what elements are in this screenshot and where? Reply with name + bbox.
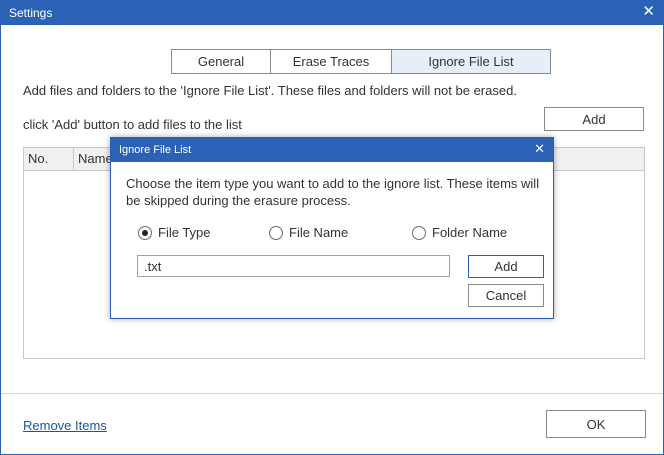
close-icon[interactable]: ✕ [642,3,655,21]
radio-selected-icon[interactable] [138,225,152,240]
radio-unselected-icon[interactable] [412,225,426,240]
radio-folder-name[interactable]: Folder Name [412,225,507,240]
footer-divider [1,393,663,394]
radio-file-type[interactable]: File Type [138,225,211,240]
radio-file-name-label: File Name [289,225,349,240]
ignore-file-list-dialog: Ignore File List ✕ Choose the item type … [110,137,554,319]
tab-erase-traces[interactable]: Erase Traces [270,49,392,74]
tab-ignore-file-list[interactable]: Ignore File List [391,49,551,74]
dialog-titlebar[interactable]: Ignore File List ✕ [111,138,553,162]
dialog-close-icon[interactable]: ✕ [534,141,545,157]
window-titlebar[interactable]: Settings ✕ [1,1,663,25]
add-button[interactable]: Add [544,107,644,131]
window-title: Settings [9,6,53,20]
dialog-cancel-button[interactable]: Cancel [468,284,544,307]
file-type-input[interactable] [137,255,450,277]
dialog-add-button[interactable]: Add [468,255,544,278]
add-instruction: click 'Add' button to add files to the l… [23,117,242,132]
remove-items-link[interactable]: Remove Items [23,418,107,433]
radio-file-name[interactable]: File Name [269,225,348,240]
dialog-instructions: Choose the item type you want to add to … [126,176,540,208]
ignore-list-description: Add files and folders to the 'Ignore Fil… [23,83,517,98]
column-header-no[interactable]: No. [24,148,74,170]
radio-unselected-icon[interactable] [269,225,283,240]
radio-folder-name-label: Folder Name [432,225,508,240]
ok-button[interactable]: OK [546,410,646,438]
dialog-title: Ignore File List [119,144,192,156]
radio-file-type-label: File Type [158,225,211,240]
tab-general[interactable]: General [171,49,271,74]
settings-tabs: General Erase Traces Ignore File List [171,49,551,74]
